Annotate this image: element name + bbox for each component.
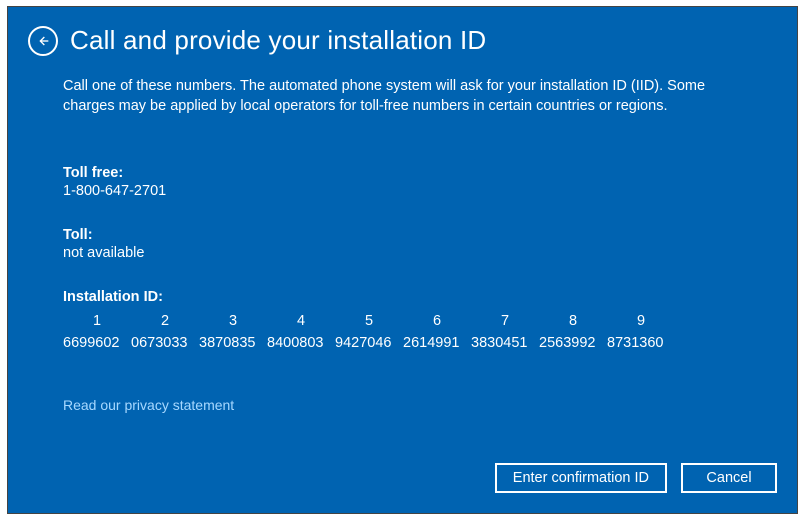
iid-value: 3870835 — [199, 335, 267, 351]
description-text: Call one of these numbers. The automated… — [63, 76, 742, 117]
toll-value: not available — [63, 245, 742, 261]
iid-col-header: 8 — [539, 313, 607, 329]
toll-label: Toll: — [63, 227, 742, 243]
toll-free-value: 1-800-647-2701 — [63, 183, 742, 199]
iid-value: 0673033 — [131, 335, 199, 351]
iid-col-header: 5 — [335, 313, 403, 329]
iid-col-header: 9 — [607, 313, 675, 329]
iid-column-headers: 1 2 3 4 5 6 7 8 9 — [63, 313, 742, 329]
installation-id-label: Installation ID: — [63, 289, 742, 305]
iid-col-header: 3 — [199, 313, 267, 329]
enter-confirmation-button[interactable]: Enter confirmation ID — [495, 463, 667, 493]
installation-id-table: 1 2 3 4 5 6 7 8 9 6699602 0673033 387083… — [63, 313, 742, 351]
toll-free-section: Toll free: 1-800-647-2701 — [63, 165, 742, 199]
back-arrow-icon — [35, 33, 51, 49]
iid-col-header: 4 — [267, 313, 335, 329]
iid-col-header: 2 — [131, 313, 199, 329]
iid-value: 8400803 — [267, 335, 335, 351]
iid-value: 2563992 — [539, 335, 607, 351]
iid-col-header: 6 — [403, 313, 471, 329]
iid-value: 6699602 — [63, 335, 131, 351]
iid-value: 8731360 — [607, 335, 675, 351]
page-title: Call and provide your installation ID — [70, 25, 486, 56]
dialog-footer: Enter confirmation ID Cancel — [495, 463, 777, 493]
iid-value: 3830451 — [471, 335, 539, 351]
activation-dialog: Call and provide your installation ID Ca… — [7, 6, 798, 514]
toll-section: Toll: not available — [63, 227, 742, 261]
iid-value: 9427046 — [335, 335, 403, 351]
dialog-content: Call one of these numbers. The automated… — [8, 56, 797, 415]
toll-free-label: Toll free: — [63, 165, 742, 181]
iid-value-row: 6699602 0673033 3870835 8400803 9427046 … — [63, 335, 742, 351]
iid-col-header: 7 — [471, 313, 539, 329]
back-button[interactable] — [28, 26, 58, 56]
iid-value: 2614991 — [403, 335, 471, 351]
dialog-header: Call and provide your installation ID — [8, 7, 797, 56]
iid-col-header: 1 — [63, 313, 131, 329]
installation-id-section: Installation ID: 1 2 3 4 5 6 7 8 9 66996… — [63, 289, 742, 351]
privacy-statement-link[interactable]: Read our privacy statement — [63, 397, 234, 413]
cancel-button[interactable]: Cancel — [681, 463, 777, 493]
